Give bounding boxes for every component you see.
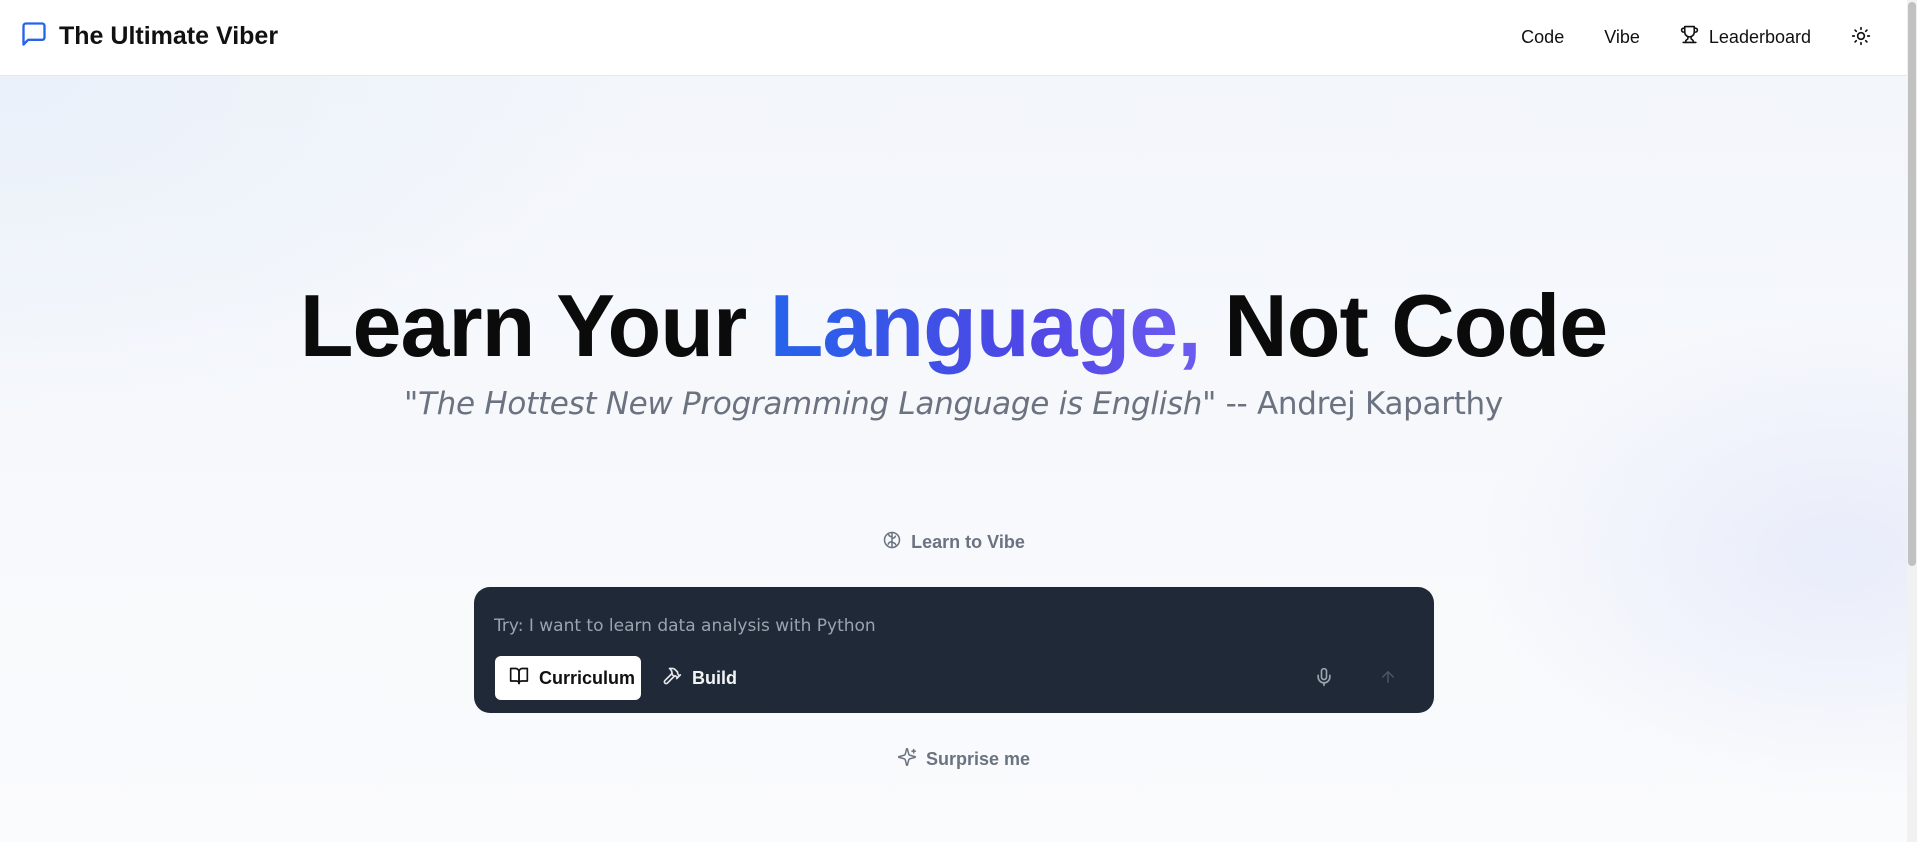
nav-leaderboard-label: Leaderboard (1708, 26, 1811, 47)
prompt-input[interactable] (494, 613, 1394, 639)
surprise-me-label: Surprise me (925, 749, 1031, 769)
hero: Learn Your Language, Not Code "The Hotte… (0, 270, 1907, 422)
build-label: Build (692, 667, 737, 688)
headline-accent: Language, (769, 276, 1202, 375)
hero-headline: Learn Your Language, Not Code (0, 270, 1907, 382)
send-button[interactable] (1372, 662, 1404, 694)
hammer-icon (662, 666, 692, 691)
surprise-me-button[interactable]: Surprise me (0, 747, 1907, 772)
hero-quote: "The Hottest New Programming Language is… (0, 386, 1907, 422)
prompt-composer: Curriculum Build (474, 587, 1434, 713)
sun-icon (1851, 26, 1871, 49)
quote-attribution: " -- Andrej Kaparthy (1202, 386, 1503, 422)
quote-open: " (404, 386, 419, 422)
surprise-me-content: Surprise me (897, 747, 1030, 772)
page-background (0, 76, 1907, 842)
brand-title: The Ultimate Viber (59, 22, 279, 50)
curriculum-mode-button[interactable]: Curriculum (495, 656, 641, 700)
brand[interactable]: The Ultimate Viber (20, 20, 278, 53)
nav-vibe[interactable]: Vibe (1604, 27, 1640, 48)
scrollbar-thumb[interactable] (1908, 2, 1916, 566)
brain-icon (882, 530, 911, 555)
arrow-up-icon (1379, 668, 1397, 689)
headline-part-2: Not Code (1200, 276, 1608, 375)
voice-input-button[interactable] (1308, 662, 1340, 694)
sparkles-icon (897, 747, 926, 772)
trophy-icon (1680, 25, 1709, 49)
nav-code[interactable]: Code (1521, 27, 1564, 48)
top-navbar: The Ultimate Viber Code Vibe Leaderboard (0, 0, 1907, 76)
nav-leaderboard[interactable]: Leaderboard (1680, 25, 1811, 49)
message-square-icon (20, 20, 48, 53)
page-scrollbar[interactable] (1907, 0, 1917, 842)
build-mode-button[interactable]: Build (652, 656, 742, 700)
mic-icon (1314, 667, 1334, 690)
theme-toggle-button[interactable] (1849, 25, 1873, 49)
learn-to-vibe-text: Learn to Vibe (911, 532, 1025, 552)
book-open-icon (509, 666, 539, 691)
curriculum-label: Curriculum (539, 667, 636, 688)
headline-part-1: Learn Your (299, 276, 770, 375)
learn-to-vibe-label: Learn to Vibe (0, 530, 1907, 555)
nav-code-label: Code (1521, 26, 1565, 47)
quote-text: The Hottest New Programming Language is … (418, 386, 1203, 422)
main-nav: Code Vibe Leaderboard (1481, 22, 1873, 52)
nav-vibe-label: Vibe (1604, 26, 1640, 47)
